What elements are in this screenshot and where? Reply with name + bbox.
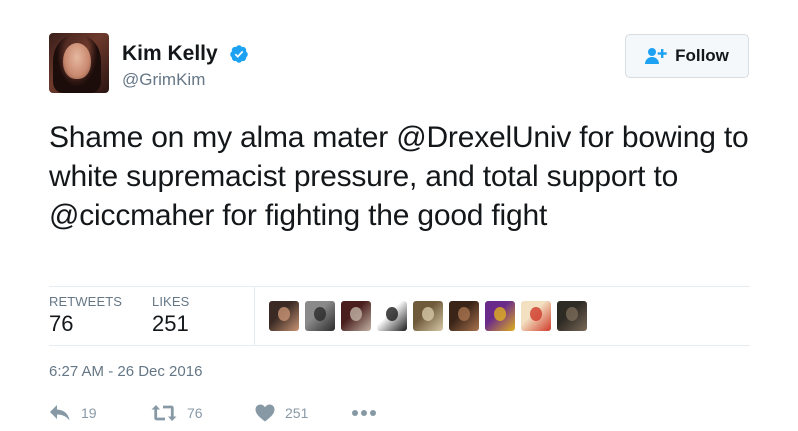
likes-stat[interactable]: LIKES 251 [152, 295, 189, 337]
liker-avatar-5[interactable] [413, 301, 443, 331]
mention-link[interactable]: @ciccmaher [49, 199, 214, 232]
follow-button[interactable]: Follow [625, 34, 749, 78]
liker-avatar-4[interactable] [377, 301, 407, 331]
author-display-name[interactable]: Kim Kelly [122, 42, 218, 66]
like-button[interactable]: 251 [255, 404, 351, 422]
liker-avatar-9[interactable] [557, 301, 587, 331]
reply-count: 19 [81, 405, 97, 421]
stats-divider [254, 287, 255, 345]
more-icon [352, 410, 376, 416]
liker-avatar-1[interactable] [269, 301, 299, 331]
tweet-timestamp[interactable]: 6:27 AM - 26 Dec 2016 [49, 363, 202, 380]
retweet-count: 76 [187, 405, 203, 421]
retweets-stat[interactable]: RETWEETS 76 [49, 295, 122, 337]
liker-avatar-2[interactable] [305, 301, 335, 331]
retweets-label: RETWEETS [49, 294, 123, 309]
liker-avatar-6[interactable] [449, 301, 479, 331]
like-count: 251 [285, 405, 309, 421]
add-user-icon [645, 48, 667, 64]
liker-avatar-3[interactable] [341, 301, 371, 331]
tweet-text: Shame on my alma mater @DrexelUniv for b… [49, 118, 769, 235]
more-button[interactable] [351, 409, 377, 417]
author-avatar[interactable] [49, 33, 109, 93]
tweet-text-segment: Shame on my alma mater [49, 121, 397, 154]
avatar-face [63, 43, 91, 79]
reply-icon [50, 405, 70, 421]
follow-button-label: Follow [675, 46, 729, 65]
liker-avatar-8[interactable] [521, 301, 551, 331]
likes-label: LIKES [152, 294, 190, 309]
tweet-stats: RETWEETS 76 LIKES 251 [49, 286, 750, 346]
verified-badge-icon [230, 45, 248, 63]
tweet-text-segment: for fighting the good fight [214, 199, 548, 232]
reply-button[interactable]: 19 [49, 404, 151, 422]
mention-link[interactable]: @DrexelUniv [396, 121, 571, 154]
retweet-button[interactable]: 76 [151, 404, 255, 422]
likes-count: 251 [152, 311, 189, 336]
retweet-icon [151, 405, 177, 421]
retweets-count: 76 [49, 311, 74, 336]
heart-icon [255, 404, 275, 422]
liker-avatars [269, 301, 587, 331]
liker-avatar-7[interactable] [485, 301, 515, 331]
author-handle[interactable]: @GrimKim [122, 70, 205, 90]
tweet-actions: 19 76 251 [49, 400, 377, 426]
